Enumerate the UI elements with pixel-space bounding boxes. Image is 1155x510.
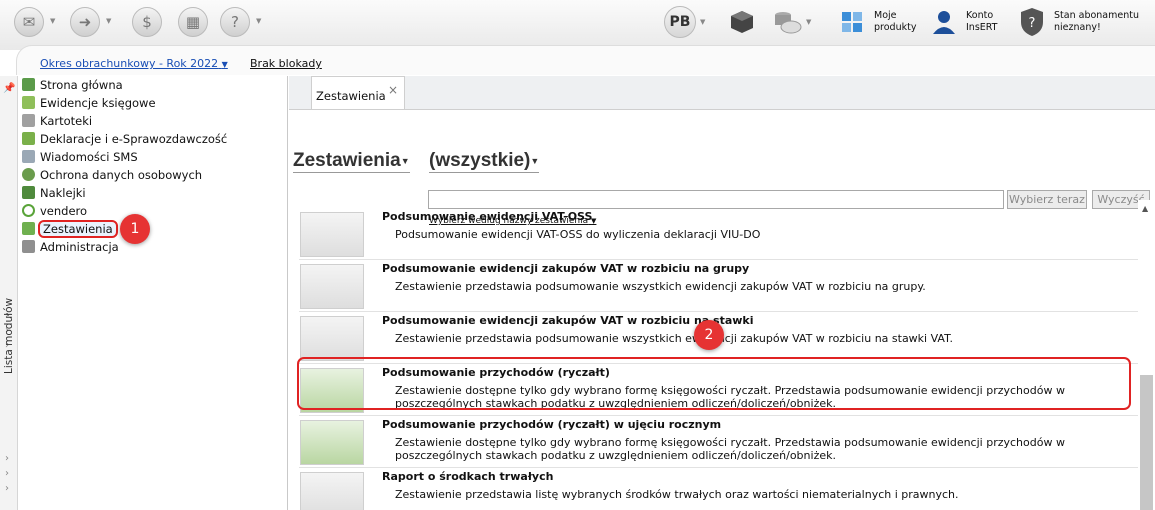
- nav-item-reports[interactable]: Zestawienia: [22, 219, 118, 238]
- subscription-status[interactable]: ? Stan abonamentu nieznany!: [1016, 6, 1139, 38]
- files-icon: [22, 114, 35, 127]
- ledger-icon: [22, 96, 35, 109]
- chevron-down-icon[interactable]: ▼: [106, 17, 111, 25]
- list-item[interactable]: Podsumowanie ewidencji zakupów VAT w roz…: [299, 260, 1139, 312]
- callout-badge-2: 2: [694, 320, 724, 350]
- main-panel: Zestawienia × Zestawienia▼ (wszystkie)▼ …: [289, 76, 1155, 510]
- report-icon: [300, 264, 364, 309]
- profile-avatar[interactable]: PB: [664, 6, 696, 38]
- scrollbar-thumb[interactable]: [1140, 375, 1153, 510]
- tab-reports[interactable]: Zestawienia ×: [311, 76, 405, 110]
- insert-account-label: Konto InsERT: [966, 10, 998, 33]
- module-strip: 📌 › › › › › › Lista modułów: [0, 76, 18, 510]
- reports-title-dropdown[interactable]: Zestawienia▼: [293, 150, 410, 173]
- chevron-right-icon[interactable]: ›: [5, 483, 9, 494]
- box-icon[interactable]: ▦: [178, 7, 208, 37]
- report-icon: [300, 316, 364, 361]
- report-search-input[interactable]: [428, 190, 1004, 209]
- send-icon[interactable]: ➜: [70, 7, 100, 37]
- module-nav: Strona główna Ewidencje księgowe Kartote…: [18, 76, 288, 510]
- svg-text:?: ?: [1029, 16, 1036, 31]
- close-icon[interactable]: ×: [388, 83, 398, 97]
- chevron-right-icon[interactable]: ›: [5, 453, 9, 464]
- accounting-period-link[interactable]: Okres obrachunkowy - Rok 2022 ▼: [40, 57, 228, 70]
- chevron-right-icon[interactable]: ›: [5, 468, 9, 479]
- profile-menu[interactable]: PB ▼: [664, 6, 705, 38]
- accounting-icon[interactable]: $: [132, 7, 162, 37]
- declaration-icon: [22, 132, 35, 145]
- my-products-label: Moje produkty: [874, 10, 917, 33]
- scroll-up-icon[interactable]: ▲: [1142, 204, 1148, 213]
- report-icon: [300, 212, 364, 257]
- reports-icon: [22, 222, 35, 235]
- chevron-down-icon: ▼: [530, 155, 540, 166]
- modules-list-label[interactable]: Lista modułów: [3, 284, 15, 374]
- callout-badge-1: 1: [120, 214, 150, 244]
- top-toolbar: ✉ ▼ ➜ ▼ $ ▦ ? ▼ PB ▼ ▼ Moje produkty Kon…: [0, 0, 1155, 50]
- filter-dropdown[interactable]: (wszystkie)▼: [429, 150, 540, 173]
- cloud-db-icon[interactable]: ▼: [772, 6, 811, 38]
- pin-icon[interactable]: 📌: [3, 83, 15, 94]
- chevron-down-icon: ▼: [400, 155, 410, 166]
- chevron-down-icon[interactable]: ▼: [256, 17, 261, 25]
- reports-content: Zestawienia▼ (wszystkie)▼ Wybierz teraz …: [289, 109, 1155, 510]
- insert-account-button[interactable]: Konto InsERT: [928, 6, 998, 38]
- admin-icon: [22, 240, 35, 253]
- scrollbar[interactable]: ▲: [1138, 200, 1155, 510]
- report-icon: [300, 472, 364, 510]
- sticker-icon: [22, 186, 35, 199]
- nav-item-admin[interactable]: Administracja: [22, 238, 119, 255]
- nav-item-vendero[interactable]: vendero: [22, 202, 87, 219]
- subscription-label: Stan abonamentu nieznany!: [1054, 10, 1139, 33]
- select-now-button[interactable]: Wybierz teraz: [1007, 190, 1087, 209]
- home-icon: [22, 78, 35, 91]
- sms-icon: [22, 150, 35, 163]
- lock-status-link[interactable]: Brak blokady: [250, 57, 322, 70]
- selected-report-highlight: [297, 357, 1131, 410]
- chevron-down-icon[interactable]: ▼: [50, 17, 55, 25]
- vendero-icon: [22, 204, 35, 217]
- shield-icon: [22, 168, 35, 181]
- nav-item-files[interactable]: Kartoteki: [22, 112, 92, 129]
- list-item[interactable]: Podsumowanie ewidencji VAT-OSS Podsumowa…: [299, 208, 1139, 260]
- shield-question-icon: ?: [1016, 6, 1048, 38]
- chevron-down-icon[interactable]: ▼: [700, 18, 705, 26]
- nav-item-stickers[interactable]: Naklejki: [22, 184, 86, 201]
- nav-item-home[interactable]: Strona główna: [22, 76, 123, 93]
- my-products-button[interactable]: Moje produkty: [836, 6, 916, 38]
- chevron-down-icon: ▼: [221, 60, 228, 69]
- help-icon[interactable]: ?: [220, 7, 250, 37]
- list-item[interactable]: Podsumowanie przychodów (ryczałt) w ujęc…: [299, 416, 1139, 468]
- mail-icon[interactable]: ✉: [14, 7, 44, 37]
- nav-item-declarations[interactable]: Deklaracje i e-Sprawozdawczość: [22, 130, 227, 147]
- nav-item-sms[interactable]: Wiadomości SMS: [22, 148, 138, 165]
- cube-icon[interactable]: [726, 6, 758, 38]
- nav-item-ledgers[interactable]: Ewidencje księgowe: [22, 94, 156, 111]
- nav-item-data-protection[interactable]: Ochrona danych osobowych: [22, 166, 202, 183]
- chevron-down-icon[interactable]: ▼: [806, 18, 811, 26]
- report-icon: [300, 420, 364, 465]
- list-item[interactable]: Raport o środkach trwałych Zestawienie p…: [299, 468, 1139, 510]
